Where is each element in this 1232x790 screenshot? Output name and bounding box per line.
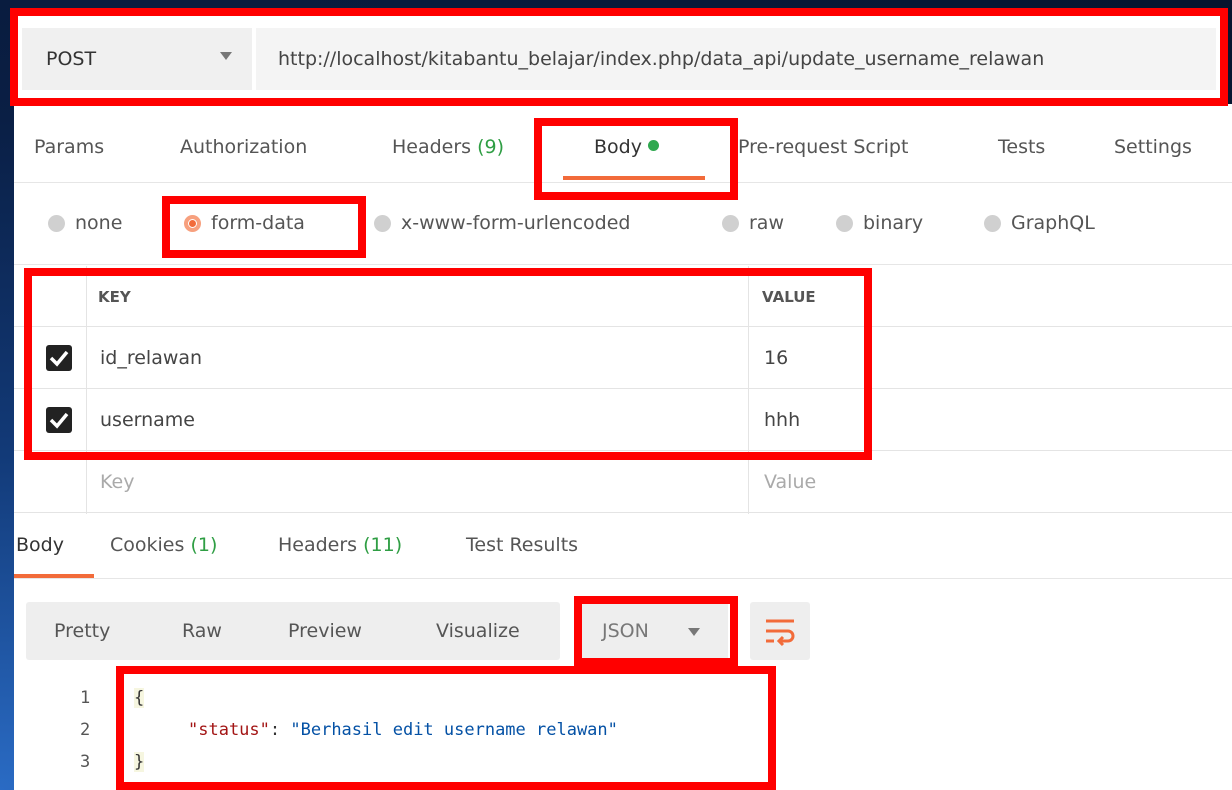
column-divider [748, 266, 749, 514]
radio-selected-icon [184, 214, 201, 232]
tab-label: Tests [998, 136, 1046, 158]
method-label: POST [46, 48, 97, 70]
tab-label: Body [16, 534, 64, 556]
tab-body[interactable]: Body [594, 136, 659, 158]
url-text: http://localhost/kitabantu_belajar/index… [278, 48, 1045, 70]
json-colon: : [269, 720, 291, 740]
view-pretty-button[interactable]: Pretty [54, 620, 110, 642]
code-line-2: "status": "Berhasil edit username relawa… [188, 720, 618, 740]
row-checkbox[interactable] [46, 407, 72, 433]
tab-params[interactable]: Params [34, 136, 104, 158]
wrap-lines-icon [766, 619, 795, 647]
radio-icon [836, 214, 853, 232]
request-panel [14, 104, 1232, 514]
view-preview-button[interactable]: Preview [288, 620, 362, 642]
radio-label: raw [749, 212, 784, 234]
table-divider [14, 512, 1232, 513]
radio-graphql[interactable]: GraphQL [984, 212, 1095, 234]
table-row-key[interactable]: username [100, 409, 195, 431]
tab-headers[interactable]: Headers (9) [392, 136, 504, 158]
line-number: 1 [80, 688, 91, 708]
cookies-count: (1) [190, 534, 218, 556]
json-key: "status" [188, 720, 270, 740]
radio-icon [48, 214, 65, 232]
tab-label: Headers [278, 534, 358, 556]
chevron-down-icon [220, 52, 232, 60]
tab-label: Authorization [180, 136, 308, 158]
new-key-input[interactable]: Key [100, 471, 134, 493]
table-divider [14, 326, 1232, 327]
radio-label: binary [863, 212, 924, 234]
table-divider [14, 450, 1232, 451]
divider [14, 578, 1232, 579]
tab-label: Settings [1114, 136, 1192, 158]
format-label: JSON [602, 620, 649, 642]
row-checkbox[interactable] [46, 345, 72, 371]
wrap-lines-button[interactable] [750, 602, 810, 660]
headers-count: (9) [477, 136, 505, 158]
line-number: 2 [80, 720, 91, 740]
active-tab-indicator [563, 176, 705, 180]
table-divider [14, 388, 1232, 389]
tab-label: Pre-request Script [738, 136, 909, 158]
body-indicator-dot [647, 140, 659, 151]
radio-icon [984, 214, 1001, 232]
line-number: 3 [80, 752, 91, 772]
close-brace: } [134, 752, 145, 772]
radio-icon [374, 214, 391, 232]
tab-label: Cookies [110, 534, 185, 556]
method-select[interactable]: POST [22, 28, 252, 90]
radio-icon [722, 214, 739, 232]
json-value: "Berhasil edit username relawan" [290, 720, 618, 740]
check-icon [49, 350, 69, 367]
open-brace: { [134, 688, 145, 708]
radio-label: GraphQL [1011, 212, 1095, 234]
radio-raw[interactable]: raw [722, 212, 784, 234]
tab-pre-request-script[interactable]: Pre-request Script [738, 136, 908, 158]
response-tab-cookies[interactable]: Cookies (1) [110, 534, 217, 556]
table-row-key[interactable]: id_relawan [100, 347, 202, 369]
tab-label: Test Results [466, 534, 579, 556]
view-raw-button[interactable]: Raw [182, 620, 222, 642]
radio-label: form-data [211, 212, 305, 234]
table-row-value[interactable]: 16 [764, 347, 788, 369]
check-icon [49, 412, 69, 429]
headers-count: (11) [363, 534, 403, 556]
tab-label: Params [34, 136, 105, 158]
url-input[interactable]: http://localhost/kitabantu_belajar/index… [256, 28, 1216, 90]
tab-label: Headers [392, 136, 472, 158]
tab-label: Body [594, 136, 642, 158]
radio-x-www-form-urlencoded[interactable]: x-www-form-urlencoded [374, 212, 630, 234]
tab-settings[interactable]: Settings [1114, 136, 1192, 158]
radio-none[interactable]: none [48, 212, 122, 234]
divider [14, 264, 1232, 265]
radio-binary[interactable]: binary [836, 212, 923, 234]
code-line-1: { [134, 688, 145, 708]
code-line-3: } [134, 752, 145, 772]
chevron-down-icon [688, 628, 700, 636]
response-tab-headers[interactable]: Headers (11) [278, 534, 402, 556]
response-tab-body[interactable]: Body [16, 534, 64, 556]
column-divider [86, 266, 87, 514]
radio-label: none [75, 212, 123, 234]
column-header-value: VALUE [762, 288, 816, 306]
table-row-value[interactable]: hhh [764, 409, 800, 431]
view-visualize-button[interactable]: Visualize [436, 620, 520, 642]
response-tab-test-results[interactable]: Test Results [466, 534, 578, 556]
radio-form-data[interactable]: form-data [184, 212, 305, 234]
radio-label: x-www-form-urlencoded [401, 212, 631, 234]
divider [14, 182, 1232, 183]
tab-tests[interactable]: Tests [998, 136, 1045, 158]
tab-authorization[interactable]: Authorization [180, 136, 307, 158]
new-value-input[interactable]: Value [764, 471, 816, 493]
column-header-key: KEY [98, 288, 131, 306]
